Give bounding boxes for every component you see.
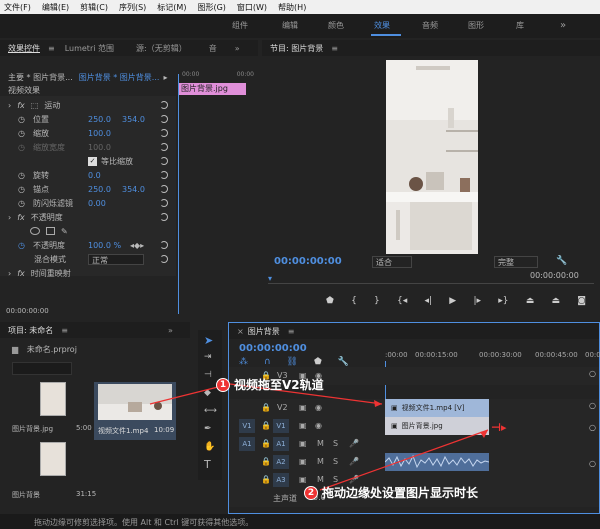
arrowhead-2 xyxy=(480,430,488,438)
callout-one: 1 视频拖至V2轨道 xyxy=(216,376,324,393)
arrowhead-1 xyxy=(374,400,382,407)
callout-two-text: 拖动边缘处设置图片显示时长 xyxy=(322,486,479,500)
callout-two: 2 拖动边缘处设置图片显示时长 xyxy=(304,484,478,501)
callout-one-number: 1 xyxy=(216,377,230,392)
callout-one-text: 视频拖至V2轨道 xyxy=(234,378,324,392)
callout-two-number: 2 xyxy=(304,485,318,500)
annotation-arrows xyxy=(149,383,489,491)
status-bar: 拖动边缘可修剪选择项。使用 Alt 和 Ctrl 键可获得其他选项。 xyxy=(0,514,600,529)
arrow-line-3 xyxy=(319,429,489,491)
